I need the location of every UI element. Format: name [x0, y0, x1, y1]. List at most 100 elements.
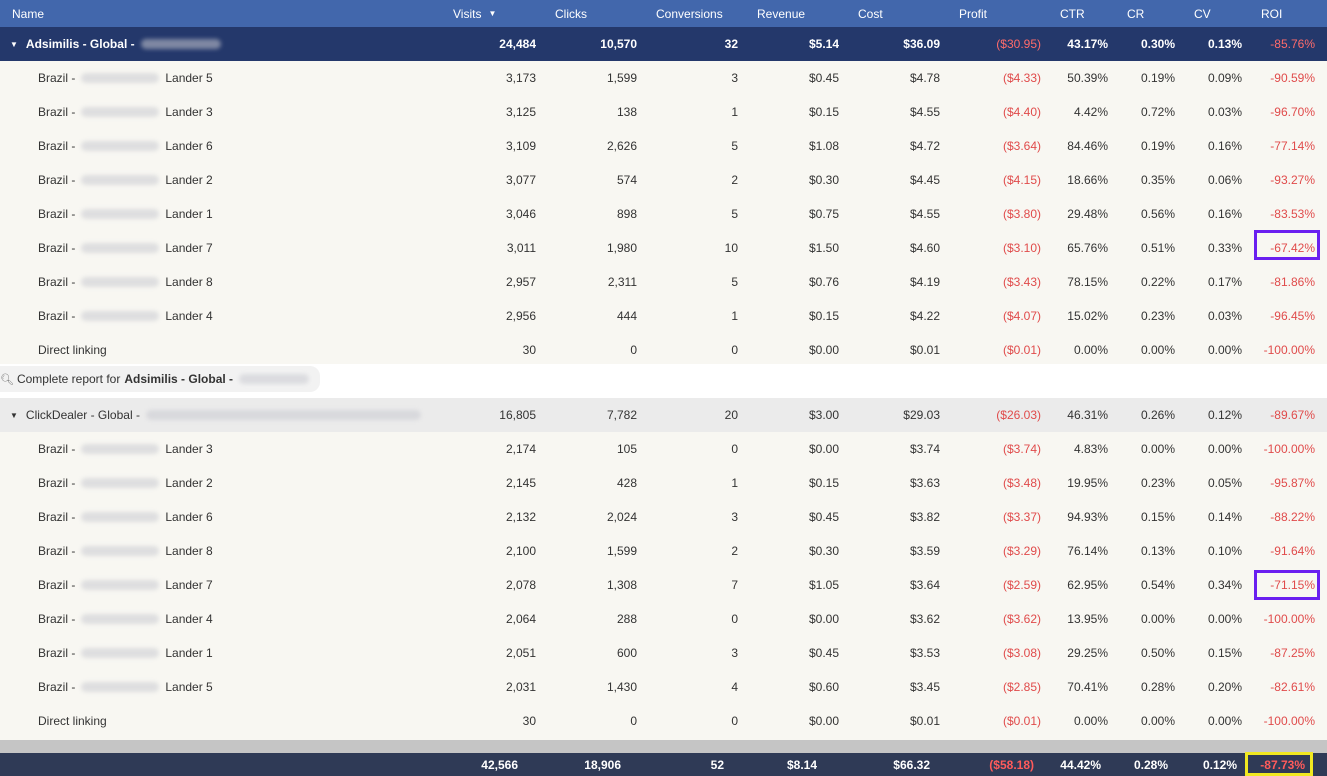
row-cost: $3.63 — [909, 476, 940, 490]
row-visits: 3,011 — [506, 241, 536, 255]
row-roi: -100.00% — [1263, 612, 1315, 626]
col-revenue-header[interactable]: Revenue — [757, 0, 805, 27]
row-visits: 30 — [522, 343, 536, 357]
row-cr: 0.50% — [1140, 646, 1175, 660]
row-cv: 0.10% — [1207, 544, 1242, 558]
group-name: ClickDealer - Global - — [25, 408, 140, 422]
row-name-cell: Direct linking — [38, 333, 107, 367]
row-ctr: 76.14% — [1067, 544, 1108, 558]
row-roi: -88.22% — [1270, 510, 1315, 524]
row-prefix: Direct linking — [38, 343, 107, 357]
collapse-toggle-icon[interactable]: ▼ — [10, 40, 18, 49]
table-row[interactable]: Brazil - Lander 1 2,051 600 3 $0.45 $3.53 ($3.0… — [0, 636, 1327, 670]
col-roi-header[interactable]: ROI — [1261, 0, 1282, 27]
row-conversions: 3 — [731, 71, 738, 85]
row-cost: $0.01 — [909, 714, 940, 728]
total-profit: ($58.18) — [989, 757, 1034, 772]
group-cost: $29.03 — [903, 408, 940, 422]
group-visits: 16,805 — [499, 408, 536, 422]
row-conversions: 5 — [731, 207, 738, 221]
col-ctr-header[interactable]: CTR — [1060, 0, 1085, 27]
row-conversions: 7 — [731, 578, 738, 592]
row-lander: Lander 8 — [165, 275, 213, 289]
row-ctr: 29.48% — [1067, 207, 1108, 221]
row-conversions: 5 — [731, 275, 738, 289]
row-profit: ($4.15) — [1002, 173, 1041, 187]
col-name-header[interactable]: Name — [12, 0, 44, 27]
col-profit-header[interactable]: Profit — [959, 0, 987, 27]
table-row[interactable]: Brazil - Lander 6 2,132 2,024 3 $0.45 $3.82 ($3… — [0, 500, 1327, 534]
col-clicks-header[interactable]: Clicks — [555, 0, 587, 27]
collapse-toggle-icon[interactable]: ▼ — [10, 411, 18, 420]
row-lander: Lander 1 — [165, 207, 213, 221]
group-conversions: 20 — [724, 408, 738, 422]
row-cv: 0.00% — [1207, 714, 1242, 728]
group-row[interactable]: ▼ Adsimilis - Global - 24,484 10,570 32 $5.14… — [0, 27, 1327, 61]
table-row[interactable]: Brazil - Lander 1 3,046 898 5 $0.75 $4.55 ($3.8… — [0, 197, 1327, 231]
row-prefix: Direct linking — [38, 714, 107, 728]
row-name-cell: Brazil - Lander 5 — [38, 670, 213, 704]
table-row[interactable]: Brazil - Lander 8 2,957 2,311 5 $0.76 $4.19 ($3… — [0, 265, 1327, 299]
table-row[interactable]: Brazil - Lander 3 2,174 105 0 $0.00 $3.74 ($3.7… — [0, 432, 1327, 466]
col-cv-header[interactable]: CV — [1194, 0, 1211, 27]
table-row[interactable]: Brazil - Lander 5 3,173 1,599 3 $0.45 $4.78 ($4… — [0, 61, 1327, 95]
table-row[interactable]: Brazil - Lander 7 3,011 1,980 10 $1.50 $4.60 ($… — [0, 231, 1327, 265]
row-ctr: 15.02% — [1067, 309, 1108, 323]
group-visits: 24,484 — [499, 37, 536, 51]
row-roi: -87.25% — [1270, 646, 1315, 660]
table-row[interactable]: Brazil - Lander 5 2,031 1,430 4 $0.60 $3.45 ($2… — [0, 670, 1327, 704]
col-visits-header[interactable]: Visits ▼ — [453, 0, 496, 27]
row-cost: $3.45 — [909, 680, 940, 694]
row-visits: 2,031 — [505, 680, 536, 694]
redacted-text — [145, 410, 421, 420]
group-profit: ($30.95) — [996, 37, 1041, 51]
row-cv: 0.16% — [1207, 139, 1242, 153]
table-row[interactable]: Brazil - Lander 8 2,100 1,599 2 $0.30 $3.59 ($3… — [0, 534, 1327, 568]
group-name-cell: ▼ ClickDealer - Global - — [10, 398, 427, 432]
table-row[interactable]: Brazil - Lander 4 2,956 444 1 $0.15 $4.22 ($4.0… — [0, 299, 1327, 333]
group-cv: 0.13% — [1207, 37, 1242, 51]
total-cv: 0.12% — [1202, 757, 1237, 772]
row-ctr: 4.42% — [1073, 105, 1108, 119]
col-cost-header[interactable]: Cost — [858, 0, 883, 27]
row-revenue: $1.08 — [808, 139, 839, 153]
table-row[interactable]: Brazil - Lander 2 2,145 428 1 $0.15 $3.63 ($3.4… — [0, 466, 1327, 500]
table-row[interactable]: Brazil - Lander 3 3,125 138 1 $0.15 $4.55 ($4.4… — [0, 95, 1327, 129]
row-conversions: 0 — [731, 442, 738, 456]
complete-report-link[interactable]: 🔍︎ Complete report for Adsimilis - Globa… — [0, 366, 320, 392]
row-conversions: 0 — [731, 714, 738, 728]
redacted-text — [81, 311, 160, 321]
row-name-cell: Brazil - Lander 1 — [38, 197, 213, 231]
row-revenue: $0.15 — [808, 476, 839, 490]
col-conversions-header[interactable]: Conversions — [656, 0, 723, 27]
table-row[interactable]: Direct linking 30 0 0 $0.00 $0.01 ($0.01) 0.00%… — [0, 333, 1327, 367]
row-cv: 0.16% — [1207, 207, 1242, 221]
table-row[interactable]: Brazil - Lander 7 2,078 1,308 7 $1.05 $3.64 ($2… — [0, 568, 1327, 602]
row-cv: 0.17% — [1207, 275, 1242, 289]
row-name-cell: Brazil - Lander 5 — [38, 61, 213, 95]
row-cv: 0.00% — [1207, 442, 1242, 456]
row-prefix: Brazil - — [38, 139, 76, 153]
redacted-text — [81, 175, 160, 185]
group-revenue: $3.00 — [808, 408, 839, 422]
row-visits: 30 — [522, 714, 536, 728]
row-cv: 0.05% — [1207, 476, 1242, 490]
table-row[interactable]: Brazil - Lander 6 3,109 2,626 5 $1.08 $4.72 ($3… — [0, 129, 1327, 163]
row-name-cell: Brazil - Lander 8 — [38, 534, 213, 568]
table-row[interactable]: Brazil - Lander 4 2,064 288 0 $0.00 $3.62 ($3.6… — [0, 602, 1327, 636]
group-clicks: 7,782 — [606, 408, 637, 422]
row-revenue: $0.45 — [808, 646, 839, 660]
total-clicks: 18,906 — [584, 757, 621, 772]
row-revenue: $0.30 — [808, 544, 839, 558]
row-revenue: $0.00 — [808, 612, 839, 626]
row-clicks: 2,024 — [606, 510, 637, 524]
col-cr-header[interactable]: CR — [1127, 0, 1144, 27]
row-prefix: Brazil - — [38, 646, 76, 660]
row-ctr: 13.95% — [1067, 612, 1108, 626]
table-row[interactable]: Brazil - Lander 2 3,077 574 2 $0.30 $4.45 ($4.1… — [0, 163, 1327, 197]
sort-desc-icon: ▼ — [488, 9, 497, 18]
row-clicks: 444 — [616, 309, 637, 323]
table-row[interactable]: Direct linking 30 0 0 $0.00 $0.01 ($0.01) 0.00%… — [0, 704, 1327, 738]
group-row[interactable]: ▼ ClickDealer - Global - 16,805 7,782 20 $3.0… — [0, 398, 1327, 432]
row-roi: -96.70% — [1270, 105, 1315, 119]
